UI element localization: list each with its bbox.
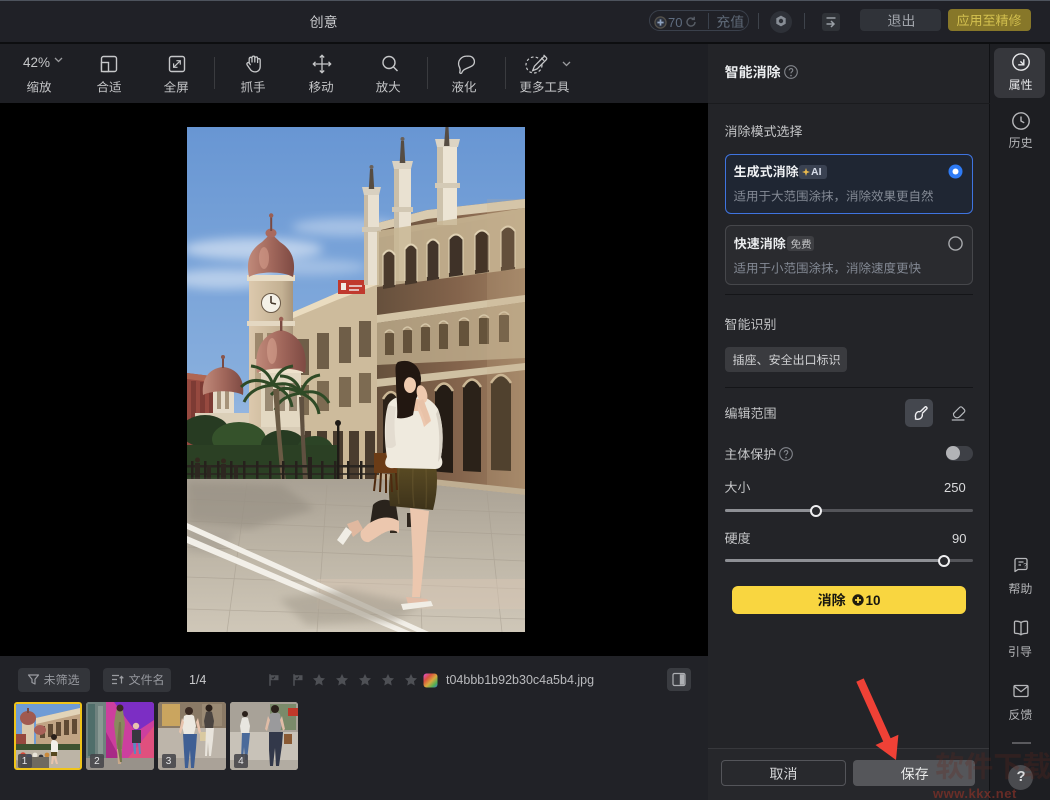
svg-text:?: ? — [1023, 563, 1027, 570]
